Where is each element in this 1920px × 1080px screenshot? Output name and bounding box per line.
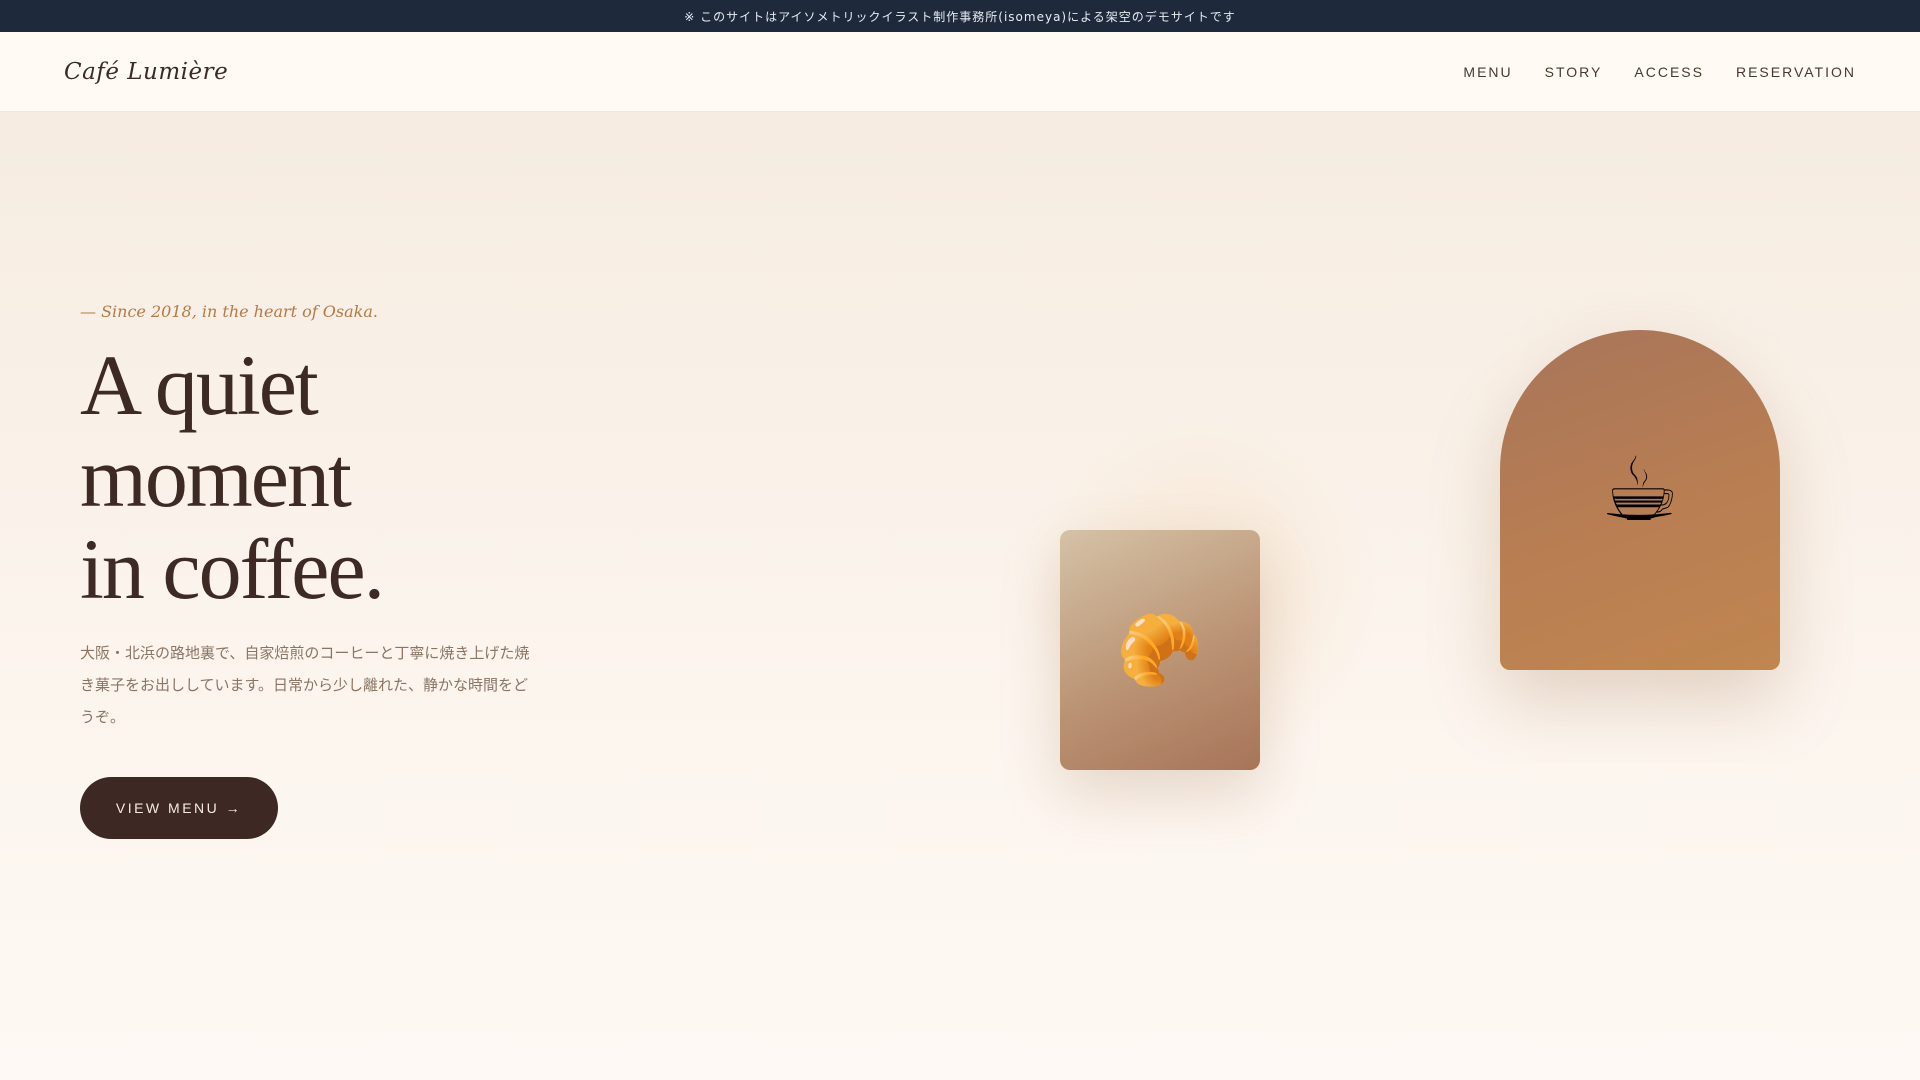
hero-content: — Since 2018, in the heart of Osaka. A q… <box>80 302 640 839</box>
view-menu-button[interactable]: VIEW MENU → <box>80 777 278 839</box>
hero-description: 大阪・北浜の路地裏で、自家焙煎のコーヒーと丁寧に焼き上げた焼き菓子をお出ししてい… <box>80 644 530 726</box>
demo-notice-bar: ※ このサイトはアイソメトリックイラスト制作事務所(isomeya)による架空の… <box>0 0 1920 32</box>
headline-line: moment <box>80 429 352 525</box>
hero-headline: A quiet moment in coffee. <box>80 339 640 615</box>
brand-logo[interactable]: Café Lumière <box>64 59 228 85</box>
coffee-cup-icon: ☕ <box>1600 438 1680 541</box>
coffee-arch-card: ☕ <box>1500 330 1780 670</box>
hero-tagline: — Since 2018, in the heart of Osaka. <box>80 302 378 321</box>
nav-link-menu[interactable]: MENU <box>1463 64 1512 80</box>
headline-line: A quiet <box>80 337 319 433</box>
site-header: Café Lumière MENU STORY ACCESS RESERVATI… <box>0 32 1920 112</box>
croissant-card: 🥐 <box>1060 530 1260 770</box>
croissant-icon: 🥐 <box>1116 609 1204 691</box>
main-nav: MENU STORY ACCESS RESERVATION <box>1463 64 1856 80</box>
nav-link-access[interactable]: ACCESS <box>1634 64 1704 80</box>
nav-link-reservation[interactable]: RESERVATION <box>1736 64 1856 80</box>
hero-section: — Since 2018, in the heart of Osaka. A q… <box>0 112 1920 1080</box>
nav-link-story[interactable]: STORY <box>1545 64 1603 80</box>
demo-notice-text: ※ このサイトはアイソメトリックイラスト制作事務所(isomeya)による架空の… <box>684 9 1236 24</box>
headline-line: in coffee. <box>80 521 385 617</box>
